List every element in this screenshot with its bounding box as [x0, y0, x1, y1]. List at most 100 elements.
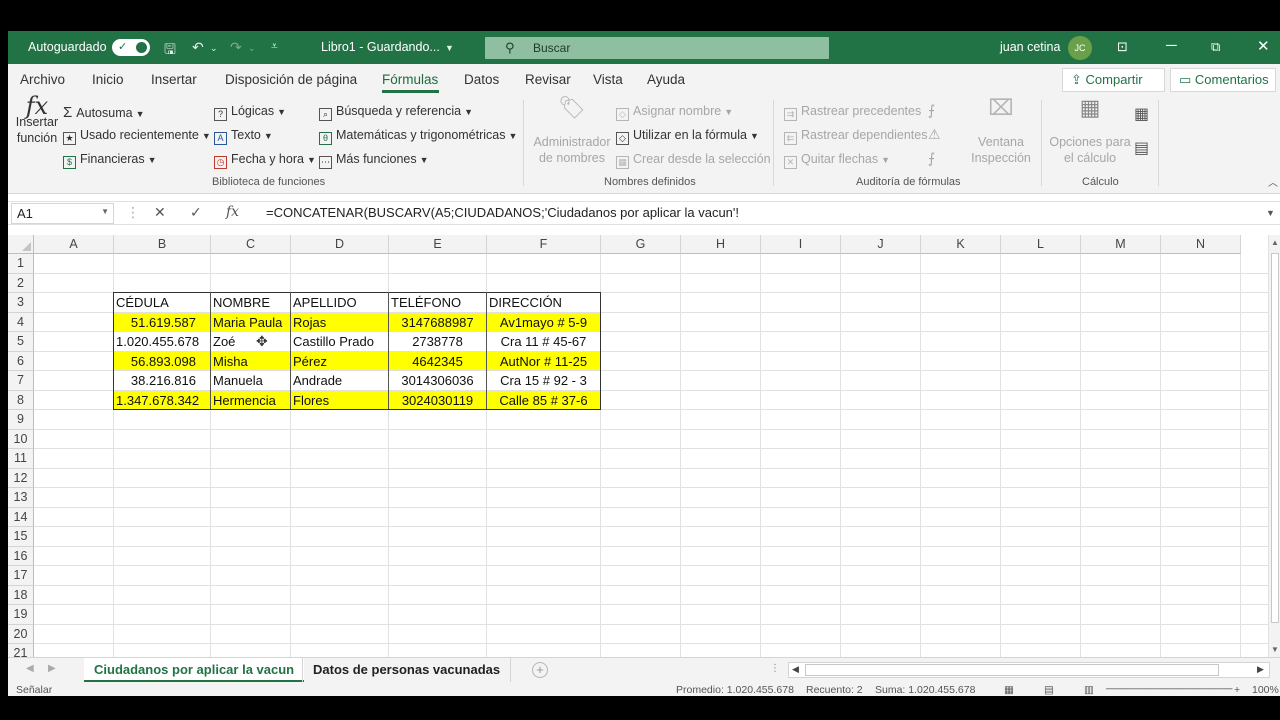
cancel-icon[interactable]: ✕	[154, 204, 166, 221]
user-name[interactable]: juan cetina	[1000, 40, 1060, 54]
math-button[interactable]: θ Matemáticas y trigonométricas ▼	[319, 128, 517, 145]
restore-icon[interactable]: ⧉	[1211, 39, 1220, 55]
close-icon[interactable]: ✕	[1257, 37, 1270, 55]
tab-insertar[interactable]: Insertar	[151, 72, 197, 87]
tab-revisar[interactable]: Revisar	[525, 72, 571, 87]
table-cell-cedula[interactable]: 1.347.678.342	[114, 390, 210, 409]
financial-button[interactable]: $ Financieras ▼	[63, 152, 157, 169]
prev-sheet-icon[interactable]: ◀	[26, 663, 34, 674]
table-cell-telefono[interactable]: 4642345	[389, 351, 486, 370]
page-layout-icon[interactable]: ▤	[1044, 684, 1054, 696]
scroll-left-icon[interactable]: ◀	[792, 664, 799, 675]
scroll-up-icon[interactable]: ▲	[1271, 238, 1279, 247]
add-sheet-icon[interactable]: +	[532, 662, 548, 678]
table-cell-cedula[interactable]: 1.020.455.678	[114, 332, 210, 351]
table-cell-direccion[interactable]: Calle 85 # 37-6	[487, 390, 600, 409]
row-header-8[interactable]: 8	[8, 390, 34, 410]
zoom-level[interactable]: 100%	[1252, 684, 1279, 696]
select-all-corner[interactable]	[8, 235, 34, 254]
error-checking-icon[interactable]: ⚠	[928, 126, 941, 143]
remove-arrows-button[interactable]: ✕ Quitar flechas ▼	[784, 152, 890, 169]
recently-used-button[interactable]: ★ Usado recientemente ▼	[63, 128, 211, 145]
table-cell-apellido[interactable]: Andrade	[291, 371, 388, 390]
lookup-button[interactable]: ⌕ Búsqueda y referencia ▼	[319, 104, 473, 121]
column-header-j[interactable]: J	[841, 235, 921, 254]
tab-disposicion[interactable]: Disposición de página	[225, 72, 357, 87]
column-header-h[interactable]: H	[681, 235, 761, 254]
insert-function-button[interactable]: fx Insertar función	[14, 94, 60, 146]
row-header-13[interactable]: 13	[8, 488, 34, 508]
redo-icon[interactable]: ↷	[230, 39, 242, 56]
undo-icon[interactable]: ↶	[192, 39, 204, 56]
tab-ayuda[interactable]: Ayuda	[647, 72, 685, 87]
table-header-cell[interactable]: DIRECCIÓN	[487, 293, 600, 312]
formula-input[interactable]: =CONCATENAR(BUSCARV(A5;CIUDADANOS;'Ciuda…	[266, 205, 739, 220]
row-header-18[interactable]: 18	[8, 585, 34, 605]
define-name-button[interactable]: ◇ Asignar nombre ▼	[616, 104, 733, 121]
calc-options-button[interactable]: ▦ Opciones para el cálculo	[1048, 97, 1132, 166]
collapse-ribbon-icon[interactable]: ︿	[1268, 174, 1278, 189]
table-cell-cedula[interactable]: 51.619.587	[114, 312, 210, 331]
show-formulas-icon[interactable]: ⨍	[928, 102, 935, 119]
calculate-now-icon[interactable]: ▦	[1134, 104, 1149, 124]
next-sheet-icon[interactable]: ▶	[48, 663, 56, 674]
row-header-5[interactable]: 5	[8, 332, 34, 352]
table-cell-apellido[interactable]: Pérez	[291, 351, 388, 370]
horizontal-scrollbar[interactable]: ◀ ▶	[788, 662, 1270, 678]
table-cell-telefono[interactable]: 3024030119	[389, 390, 486, 409]
scroll-down-icon[interactable]: ▼	[1271, 645, 1279, 654]
row-header-9[interactable]: 9	[8, 410, 34, 430]
vertical-scroll-thumb[interactable]	[1271, 253, 1279, 623]
column-header-m[interactable]: M	[1081, 235, 1161, 254]
column-header-l[interactable]: L	[1001, 235, 1081, 254]
table-cell-nombre[interactable]: Maria Paula	[211, 312, 290, 331]
create-from-selection-button[interactable]: ▦ Crear desde la selección	[616, 152, 771, 169]
row-header-15[interactable]: 15	[8, 527, 34, 547]
avatar[interactable]: JC	[1068, 36, 1092, 60]
column-header-e[interactable]: E	[389, 235, 487, 254]
table-header-cell[interactable]: NOMBRE	[211, 293, 290, 312]
table-header-cell[interactable]: CÉDULA	[114, 293, 210, 312]
tab-inicio[interactable]: Inicio	[92, 72, 124, 87]
autosave-toggle[interactable]: ✓	[112, 39, 150, 56]
row-header-4[interactable]: 4	[8, 312, 34, 332]
table-cell-nombre[interactable]: Misha	[211, 351, 290, 370]
watch-window-button[interactable]: ⌧ Ventana Inspección	[968, 97, 1034, 166]
doc-dropdown-icon[interactable]: ▼	[445, 43, 454, 53]
name-manager-button[interactable]: 🏷 Administrador de nombres	[532, 97, 612, 166]
zoom-in-icon[interactable]: +	[1234, 684, 1240, 696]
column-header-a[interactable]: A	[34, 235, 114, 254]
column-header-g[interactable]: G	[601, 235, 681, 254]
redo-dropdown-icon[interactable]: ⌄	[248, 43, 256, 54]
table-cell-cedula[interactable]: 56.893.098	[114, 351, 210, 370]
row-header-11[interactable]: 11	[8, 449, 34, 469]
evaluate-formula-icon[interactable]: ⨍	[928, 150, 935, 167]
scroll-right-icon[interactable]: ▶	[1257, 664, 1264, 675]
customize-toolbar-icon[interactable]: ⩡	[271, 39, 278, 54]
row-header-7[interactable]: 7	[8, 371, 34, 391]
column-header-b[interactable]: B	[114, 235, 211, 254]
table-cell-telefono[interactable]: 2738778	[389, 332, 486, 351]
normal-view-icon[interactable]: ▦	[1004, 684, 1014, 696]
row-header-21[interactable]: 21	[8, 644, 34, 657]
column-header-k[interactable]: K	[921, 235, 1001, 254]
save-icon[interactable]: 🖫	[164, 39, 176, 63]
row-header-2[interactable]: 2	[8, 273, 34, 293]
tab-archivo[interactable]: Archivo	[20, 72, 65, 87]
ribbon-display-icon[interactable]: ⊡	[1117, 39, 1128, 55]
text-button[interactable]: A Texto ▼	[214, 128, 273, 145]
share-button[interactable]: ⇪ Compartir	[1062, 68, 1165, 92]
tab-formulas[interactable]: Fórmulas	[382, 72, 438, 87]
table-cell-nombre[interactable]: Hermencia	[211, 390, 290, 409]
vertical-scrollbar[interactable]: ▲ ▼	[1268, 235, 1280, 657]
table-cell-nombre[interactable]: Manuela	[211, 371, 290, 390]
table-cell-apellido[interactable]: Flores	[291, 390, 388, 409]
fx-icon[interactable]: fx	[226, 204, 239, 220]
row-header-3[interactable]: 3	[8, 293, 34, 313]
table-cell-telefono[interactable]: 3147688987	[389, 312, 486, 331]
chevron-down-icon[interactable]: ▼	[101, 207, 109, 216]
tab-datos[interactable]: Datos	[464, 72, 499, 87]
table-cell-cedula[interactable]: 38.216.816	[114, 371, 210, 390]
column-header-i[interactable]: I	[761, 235, 841, 254]
document-name[interactable]: Libro1 - Guardando...	[321, 40, 440, 54]
